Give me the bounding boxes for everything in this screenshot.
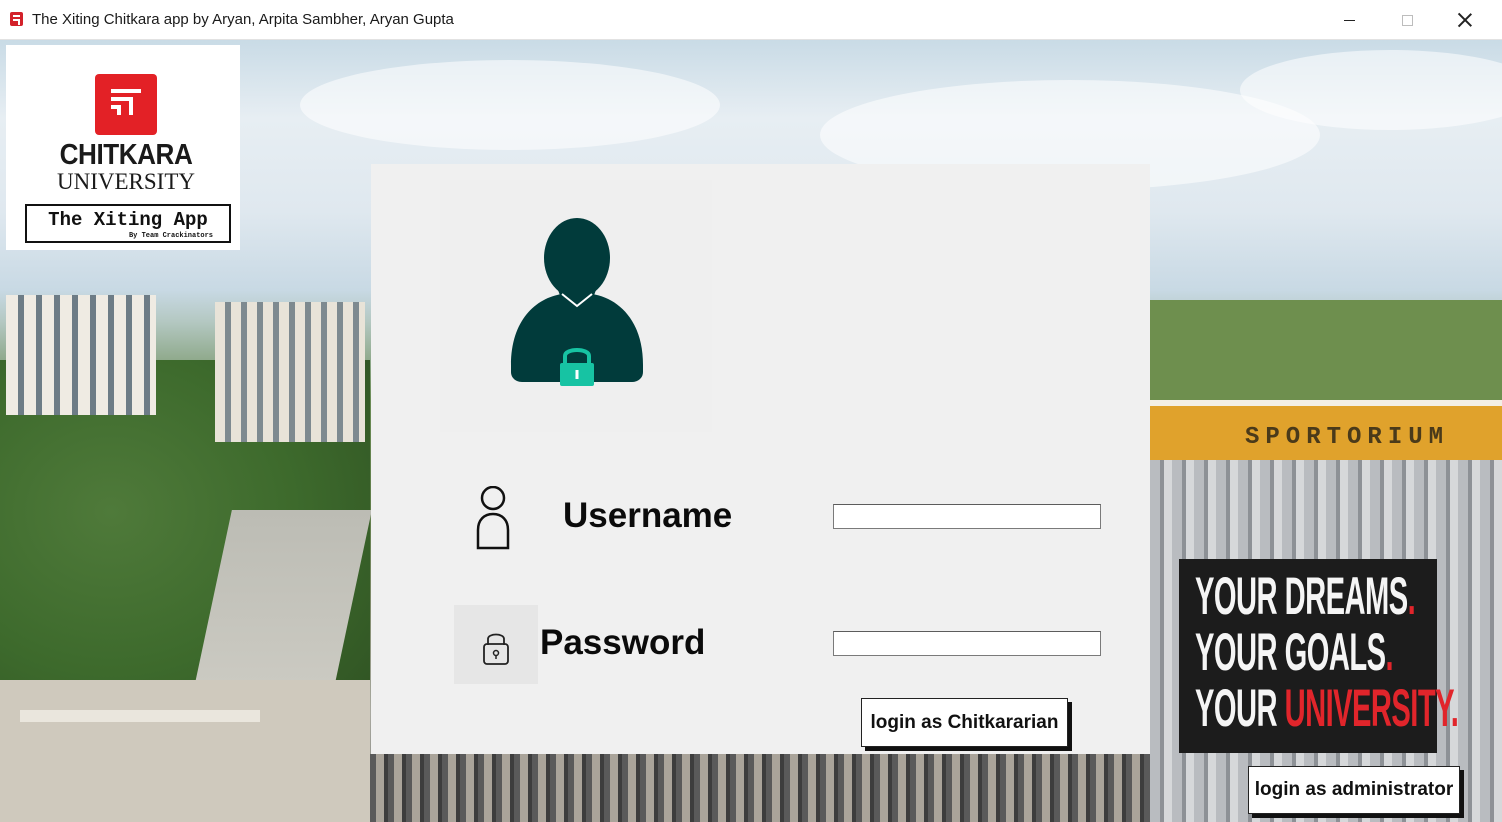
login-chitkararian-button[interactable]: login as Chitkararian	[861, 698, 1068, 747]
maximize-icon	[1401, 14, 1413, 26]
logo-name-line1: CHITKARA	[59, 139, 193, 171]
minimize-button[interactable]	[1320, 0, 1378, 40]
username-field[interactable]	[833, 504, 1101, 529]
banner-line-2: YOUR GOALS.	[1195, 623, 1394, 682]
username-label: Username	[563, 496, 733, 535]
app-title: The Xiting App	[48, 209, 208, 231]
chitkara-logo-mark	[95, 74, 157, 135]
banner-line-1: YOUR DREAMS.	[1195, 567, 1416, 626]
banner-line-3: YOUR UNIVERSITY.	[1195, 679, 1459, 738]
app-icon	[10, 12, 23, 26]
password-label: Password	[540, 623, 706, 662]
login-panel: Username Password login as Chitkararian	[371, 164, 1150, 754]
sportorium-building: SPORTORIUM	[1150, 400, 1502, 460]
cloud	[300, 60, 720, 150]
campus-building	[215, 302, 365, 442]
password-icon-box	[454, 605, 538, 684]
dreams-banner: YOUR DREAMS. YOUR GOALS. YOUR UNIVERSITY…	[1179, 559, 1459, 753]
login-admin-button[interactable]: login as administrator	[1248, 766, 1460, 814]
password-field[interactable]	[833, 631, 1101, 656]
title-bar: The Xiting Chitkara app by Aryan, Arpita…	[0, 0, 1502, 40]
close-icon	[1458, 13, 1472, 27]
app-subtitle: By Team Crackinators	[128, 232, 213, 240]
logo-name-line2: UNIVERSITY	[57, 169, 195, 194]
fields	[1150, 300, 1502, 400]
minimize-icon	[1343, 19, 1355, 21]
window-title: The Xiting Chitkara app by Aryan, Arpita…	[32, 11, 454, 28]
padlock-icon	[483, 633, 509, 665]
app-title-box: The Xiting App By Team Crackinators	[25, 204, 231, 243]
university-logo: CHITKARA UNIVERSITY The Xiting App By Te…	[6, 45, 240, 250]
user-lock-icon	[511, 218, 643, 386]
sportorium-sign: SPORTORIUM	[1245, 424, 1450, 451]
maximize-button[interactable]	[1378, 0, 1436, 40]
campus-building	[6, 295, 156, 415]
close-button[interactable]	[1436, 0, 1494, 40]
bike-parking	[370, 754, 1150, 822]
campus-gate	[0, 680, 370, 822]
avatar-area	[440, 180, 712, 432]
user-icon	[474, 485, 512, 557]
